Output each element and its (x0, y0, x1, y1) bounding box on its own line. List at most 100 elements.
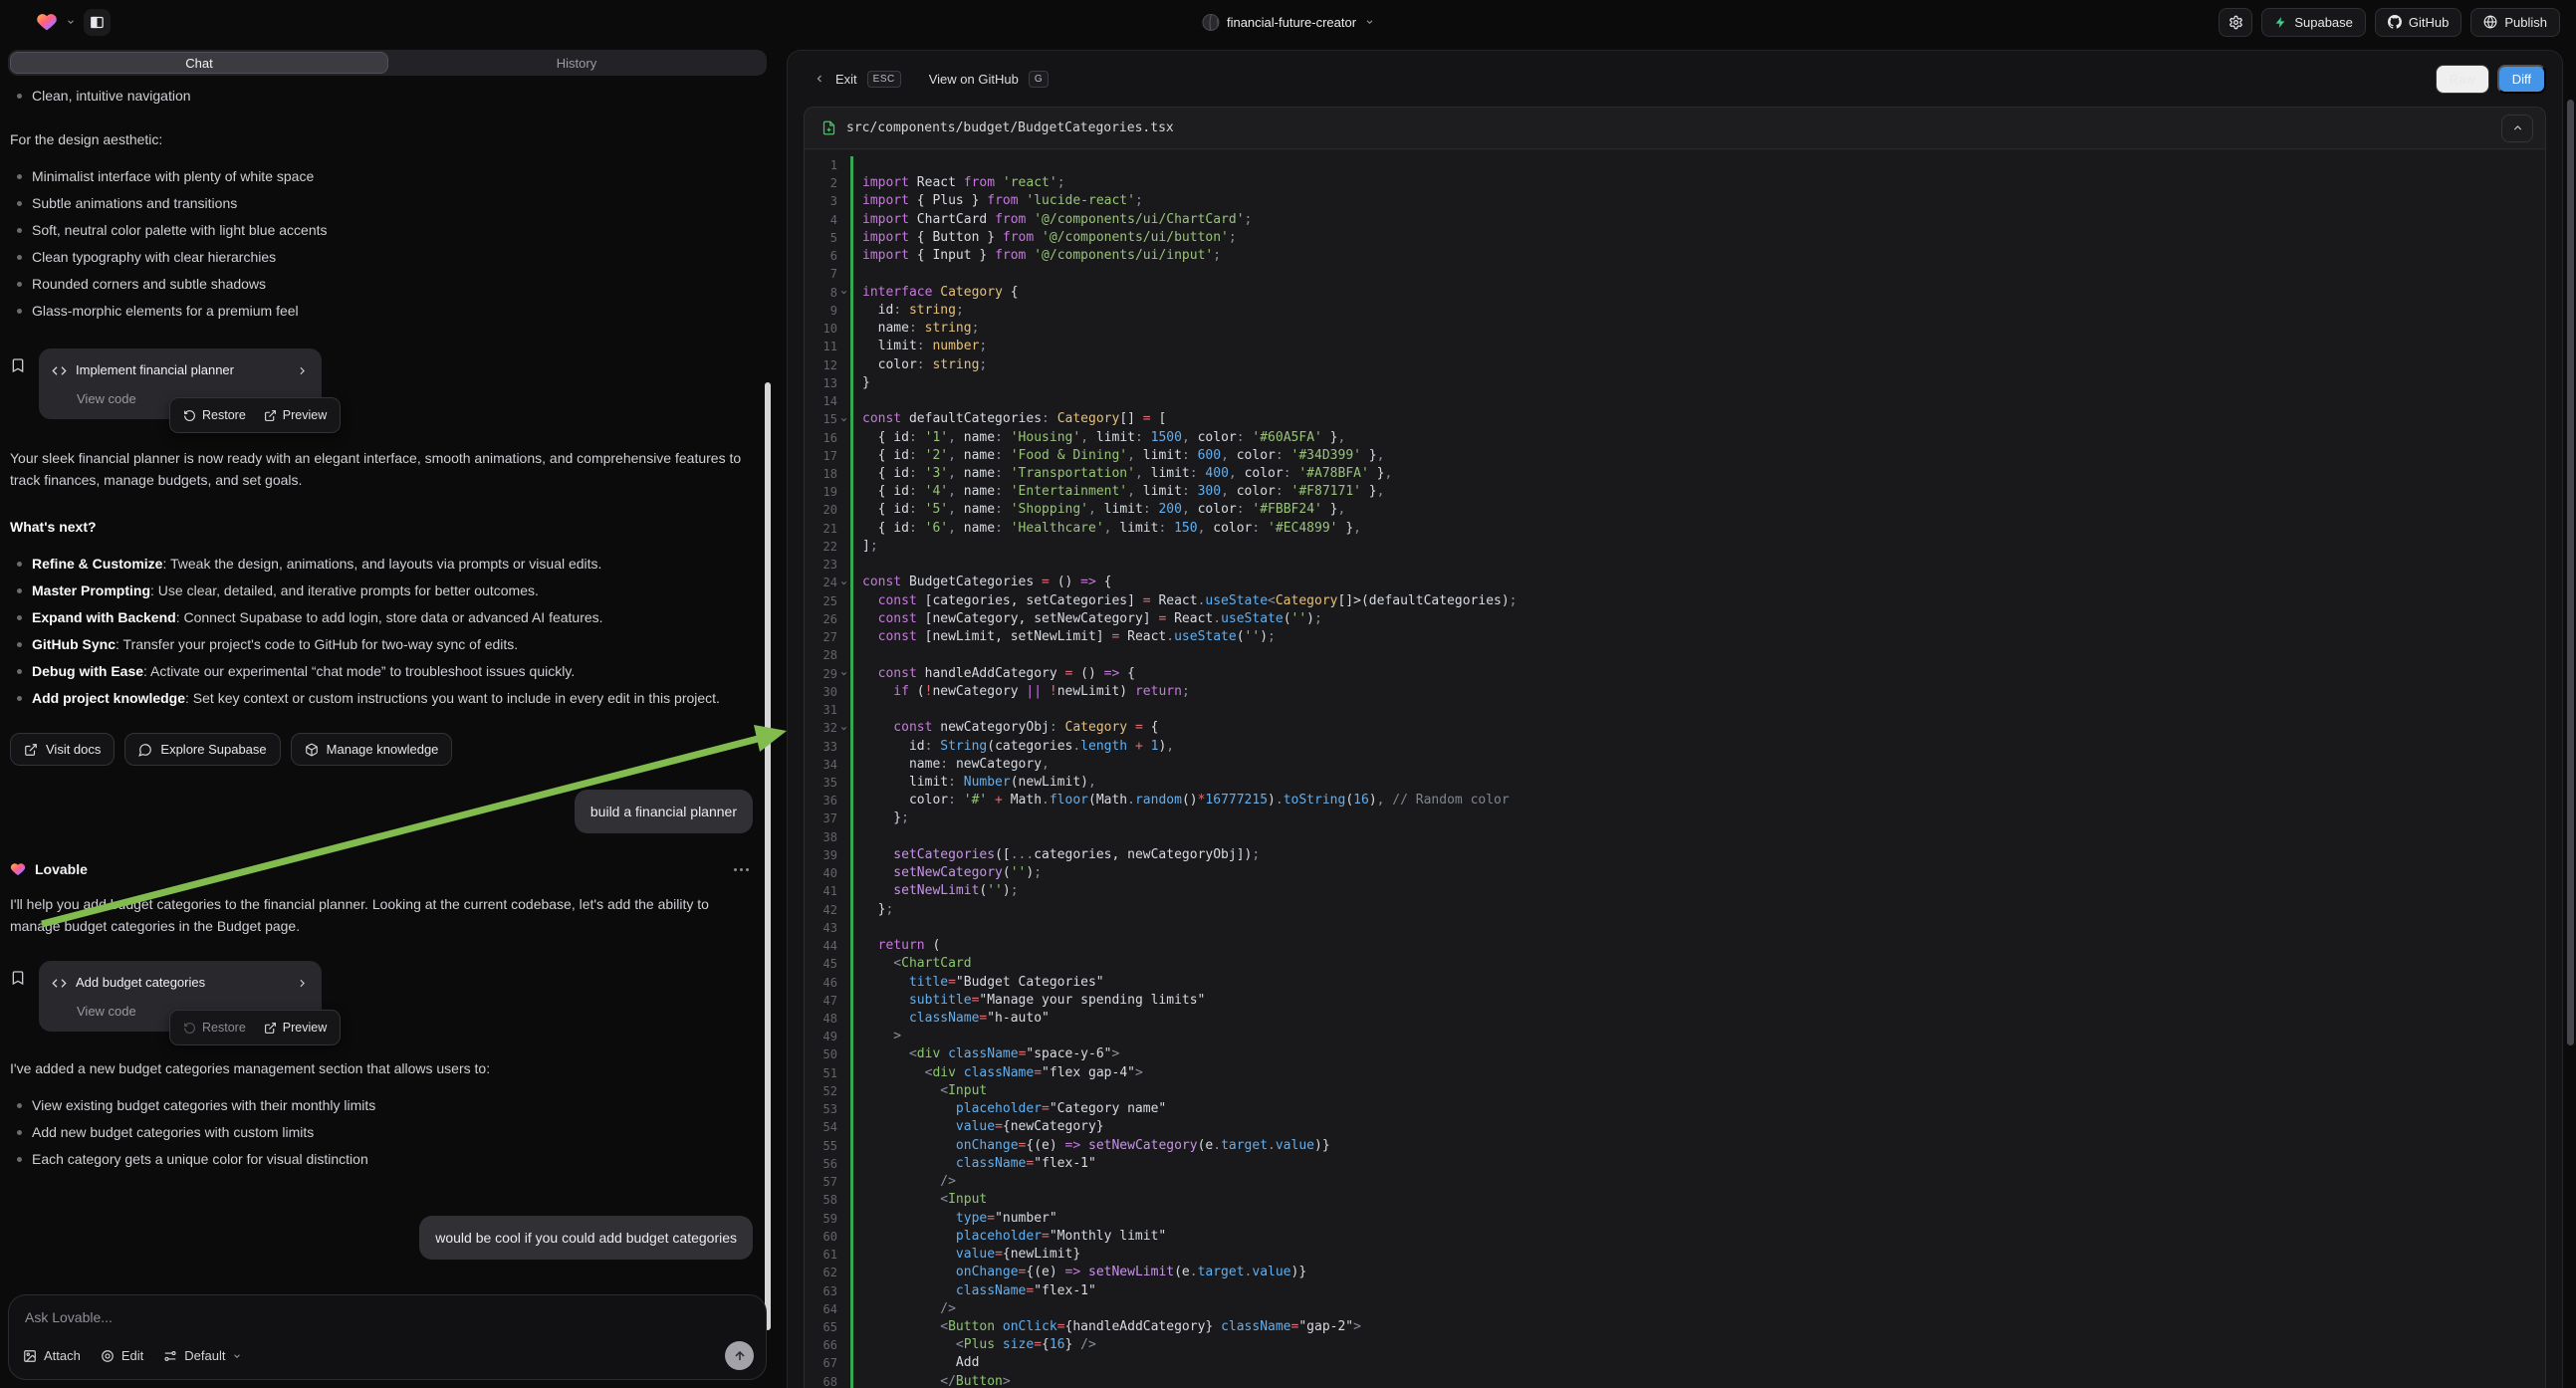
chevron-down-icon (232, 1351, 242, 1361)
line-number: 10 (805, 320, 850, 338)
chat-input[interactable] (25, 1309, 677, 1325)
view-on-github-button[interactable]: View on GitHub G (929, 71, 1049, 88)
code-line: <Plus size={16} /> (862, 1336, 2545, 1354)
chevron-up-icon (2511, 121, 2524, 134)
diff-toggle[interactable]: Diff (2497, 65, 2546, 94)
design-heading: For the design aesthetic: (10, 128, 752, 150)
line-number: 14 (805, 392, 850, 410)
restore-button[interactable]: Restore (176, 402, 253, 428)
line-number: 39 (805, 846, 850, 864)
target-icon (101, 1349, 115, 1363)
manage-knowledge-button[interactable]: Manage knowledge (291, 733, 453, 766)
fold-chevron-icon[interactable] (839, 415, 848, 424)
code-editor[interactable]: 1234567891011121314151617181920212223242… (805, 150, 2545, 1388)
code-line: setCategories([...categories, newCategor… (862, 846, 2545, 864)
restore-button[interactable]: Restore (176, 1015, 253, 1041)
explore-supabase-button[interactable]: Explore Supabase (124, 733, 280, 766)
list-item: Add new budget categories with custom li… (10, 1122, 753, 1143)
code-line: const [newLimit, setNewLimit] = React.us… (862, 628, 2545, 646)
list-item: Refine & Customize: Tweak the design, an… (10, 554, 753, 575)
preview-button[interactable]: Preview (257, 1015, 334, 1041)
preview-button[interactable]: Preview (257, 402, 334, 428)
chevron-right-icon[interactable] (296, 364, 309, 377)
line-number: 38 (805, 828, 850, 846)
send-button[interactable] (725, 1341, 754, 1370)
exit-button[interactable]: Exit ESC (814, 71, 901, 88)
version-card[interactable]: Add budget categories View code Restore … (39, 961, 322, 1032)
list-item: Each category gets a unique color for vi… (10, 1149, 753, 1170)
line-number: 24 (805, 574, 850, 591)
line-number: 32 (805, 719, 850, 737)
code-scrollbar[interactable] (2567, 100, 2574, 1045)
project-switcher[interactable]: financial-future-creator (1202, 14, 1374, 31)
code-line: return ( (862, 937, 2545, 955)
bookmark-icon[interactable] (10, 357, 26, 373)
list-item: Clean, intuitive navigation (10, 86, 753, 107)
raw-toggle[interactable]: Raw (2436, 65, 2489, 94)
line-number: 60 (805, 1228, 850, 1246)
line-number: 22 (805, 538, 850, 556)
chat-input-box: Attach Edit Default (8, 1294, 767, 1380)
line-number: 13 (805, 374, 850, 392)
code-line: className="h-auto" (862, 1010, 2545, 1028)
line-number: 65 (805, 1318, 850, 1336)
chevron-right-icon[interactable] (296, 977, 309, 990)
publish-button[interactable]: Publish (2470, 8, 2560, 37)
code-line (862, 556, 2545, 574)
user-message: would be cool if you could add budget ca… (419, 1216, 753, 1260)
line-number: 56 (805, 1155, 850, 1173)
line-number: 1 (805, 156, 850, 174)
chat-panel: Chat History Clean, intuitive navigation… (0, 44, 787, 1388)
code-line: limit: number; (862, 338, 2545, 355)
fold-chevron-icon[interactable] (839, 669, 848, 678)
list-item: View existing budget categories with the… (10, 1095, 753, 1116)
tab-chat[interactable]: Chat (10, 52, 388, 74)
fold-chevron-icon[interactable] (839, 288, 848, 297)
more-options-icon[interactable] (734, 868, 753, 871)
chevron-down-icon[interactable] (66, 17, 76, 27)
code-line: className="flex-1" (862, 1282, 2545, 1300)
chat-history-tabs: Chat History (8, 50, 767, 76)
settings-button[interactable] (2219, 8, 2252, 37)
line-number: 30 (805, 683, 850, 701)
line-number: 42 (805, 901, 850, 919)
list-item: GitHub Sync: Transfer your project's cod… (10, 634, 753, 655)
visit-docs-button[interactable]: Visit docs (10, 733, 115, 766)
supabase-button[interactable]: Supabase (2261, 8, 2366, 37)
version-card[interactable]: Implement financial planner View code Re… (39, 348, 322, 419)
fold-chevron-icon[interactable] (839, 724, 848, 733)
sidebar-toggle-button[interactable] (84, 9, 111, 36)
code-line: name: newCategory, (862, 756, 2545, 774)
line-number: 12 (805, 356, 850, 374)
chat-scrollbar[interactable] (765, 382, 771, 1330)
fold-chevron-icon[interactable] (839, 578, 848, 587)
code-line: subtitle="Manage your spending limits" (862, 992, 2545, 1010)
version-title: Add budget categories (76, 972, 287, 994)
chevron-left-icon (814, 73, 825, 85)
file-header[interactable]: src/components/budget/BudgetCategories.t… (805, 108, 2545, 149)
code-line (862, 265, 2545, 283)
edit-button[interactable]: Edit (101, 1348, 143, 1363)
code-line: limit: Number(newLimit), (862, 774, 2545, 792)
tab-history[interactable]: History (388, 52, 765, 74)
external-link-icon (24, 743, 38, 757)
whats-next-list: Refine & Customize: Tweak the design, an… (10, 554, 753, 709)
line-number: 46 (805, 974, 850, 992)
code-line (862, 392, 2545, 410)
file-card: src/components/budget/BudgetCategories.t… (804, 107, 2546, 1388)
code-line: }; (862, 810, 2545, 827)
code-line: const [categories, setCategories] = Reac… (862, 592, 2545, 610)
code-line: { id: '2', name: 'Food & Dining', limit:… (862, 447, 2545, 465)
code-line: <div className="space-y-6"> (862, 1045, 2545, 1063)
collapse-file-button[interactable] (2501, 115, 2533, 142)
line-number: 20 (805, 501, 850, 519)
list-item: Glass-morphic elements for a premium fee… (10, 301, 753, 322)
attach-button[interactable]: Attach (23, 1348, 81, 1363)
mode-selector[interactable]: Default (163, 1348, 242, 1363)
lovable-heart-logo[interactable] (36, 11, 58, 33)
github-button[interactable]: GitHub (2375, 8, 2461, 37)
list-item: Subtle animations and transitions (10, 193, 753, 214)
line-number: 57 (805, 1173, 850, 1191)
line-number: 37 (805, 810, 850, 827)
bookmark-icon[interactable] (10, 970, 26, 986)
